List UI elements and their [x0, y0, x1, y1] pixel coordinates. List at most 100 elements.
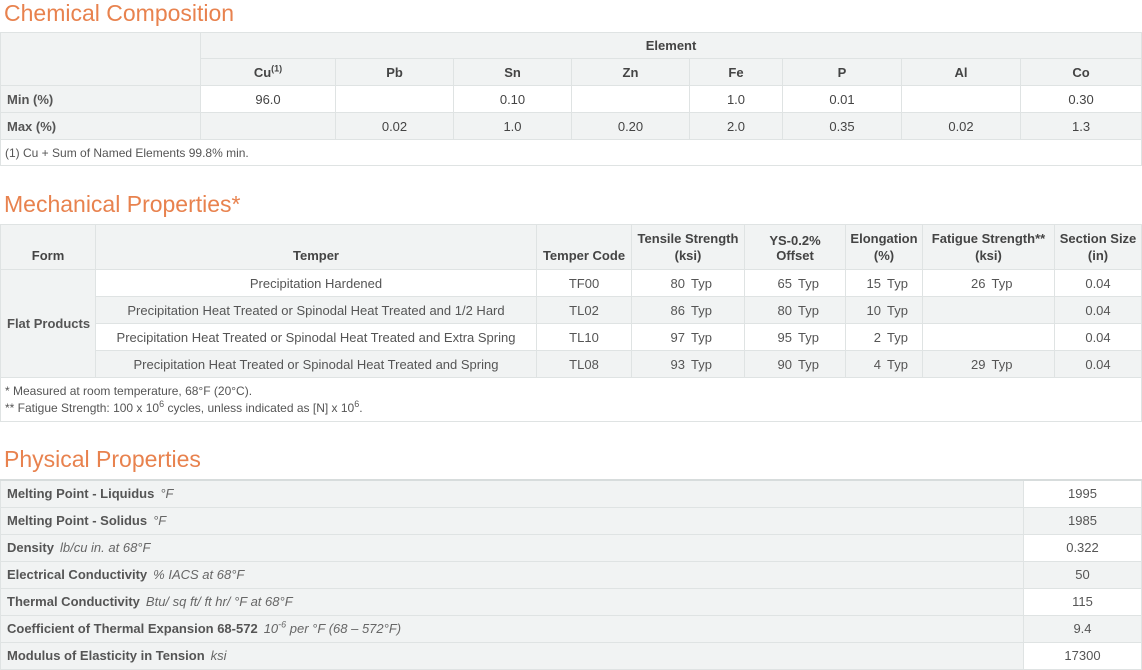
table-row: Flat Products Precipitation Hardened TF0… — [0, 269, 1142, 378]
property-value: 17300 — [1023, 641, 1142, 670]
physical-properties-title: Physical Properties — [4, 446, 201, 472]
table-cell: 1.0 — [689, 85, 783, 113]
form-header: Form — [0, 224, 96, 270]
property-unit: ksi — [210, 648, 227, 663]
section-size-header: Section Size (in) — [1054, 224, 1142, 270]
table-row: Thermal Conductivity Btu/ sq ft/ ft hr/ °… — [0, 587, 1142, 616]
property-unit: % IACS at 68°F — [153, 567, 245, 582]
table-row: Electrical Conductivity% IACS at 68°F 50 — [0, 560, 1142, 589]
yield-cell: 95 Typ — [744, 323, 846, 351]
elongation-cell: 4 Typ — [845, 350, 923, 378]
physical-properties-table: Melting Point - Liquidus °F 1995 Melting … — [0, 479, 1142, 670]
footnote-fatigue-strength: ** Fatigue Strength: 100 x 106 cycles, u… — [5, 398, 363, 415]
fatigue-cell — [922, 323, 1055, 351]
table-cell: 1.0 — [453, 112, 572, 140]
element-header: Cu(1) — [200, 58, 336, 86]
table-cell: 0.02 — [901, 112, 1021, 140]
table-cell: 0.01 — [782, 85, 902, 113]
table-cell: 0.10 — [453, 85, 572, 113]
temper-code-cell: TL08 — [536, 350, 632, 378]
yield-cell: 90 Typ — [744, 350, 846, 378]
property-label: Coefficient of Thermal Expansion 68-572 1… — [0, 614, 1024, 643]
property-value: 50 — [1023, 560, 1142, 589]
section-size-cell: 0.04 — [1054, 323, 1142, 351]
table-row: Coefficient of Thermal Expansion 68-572 1… — [0, 614, 1142, 643]
property-label: Melting Point - Liquidus °F — [0, 479, 1024, 508]
temper-cell: Precipitation Heat Treated or Spinodal H… — [95, 323, 537, 351]
property-label: Density lb/cu in. at 68°F — [0, 533, 1024, 562]
section-size-cell: 0.04 — [1054, 350, 1142, 378]
table-row: Melting Point - Solidus °F 1985 — [0, 506, 1142, 535]
table-cell — [901, 85, 1021, 113]
element-header: Pb — [335, 58, 454, 86]
element-header: Sn — [453, 58, 572, 86]
table-cell: 2.0 — [689, 112, 783, 140]
table-row: Modulus of Elasticity in Tension ksi 1730… — [0, 641, 1142, 670]
property-label: Thermal Conductivity Btu/ sq ft/ ft hr/ °… — [0, 587, 1024, 616]
table-cell — [571, 85, 690, 113]
table-row: Max (%) 0.02 1.0 0.20 2.0 0.35 0.02 1.3 — [0, 112, 1142, 140]
fatigue-strength-header: Fatigue Strength** (ksi) — [922, 224, 1055, 270]
row-label: Min (%) — [0, 85, 201, 113]
element-header-row: Cu(1) Pb Sn Zn Fe P Al Co — [0, 58, 1142, 86]
property-unit: Btu/ sq ft/ ft hr/ °F at 68°F — [145, 594, 293, 609]
property-unit: °F — [153, 513, 167, 528]
temper-code-cell: TL10 — [536, 323, 632, 351]
table-cell: 0.02 — [335, 112, 454, 140]
table-row: Melting Point - Liquidus °F 1995 — [0, 479, 1142, 508]
table-cell: 0.20 — [571, 112, 690, 140]
tensile-strength-header: Tensile Strength (ksi) — [631, 224, 745, 270]
row-label: Max (%) — [0, 112, 201, 140]
element-group-header: Element — [199, 32, 1142, 59]
table-cell — [335, 85, 454, 113]
section-size-cell: 0.04 — [1054, 296, 1142, 324]
property-value: 9.4 — [1023, 614, 1142, 643]
section-size-cell: 0.04 — [1054, 269, 1142, 297]
table-row: Precipitation Heat Treated or Spinodal H… — [0, 350, 1142, 378]
fatigue-cell: 26 Typ — [922, 269, 1055, 297]
property-label: Melting Point - Solidus °F — [0, 506, 1024, 535]
yield-strength-header: YS-0.2% Offset — [744, 224, 846, 270]
temper-code-cell: TL02 — [536, 296, 632, 324]
footnote-room-temperature: * Measured at room temperature, 68°F (20… — [5, 383, 253, 398]
property-label: Modulus of Elasticity in Tension ksi — [0, 641, 1024, 670]
table-row: Density lb/cu in. at 68°F 0.322 — [0, 533, 1142, 562]
temper-cell: Precipitation Hardened — [95, 269, 537, 297]
property-value: 1995 — [1023, 479, 1142, 508]
elongation-cell: 15 Typ — [845, 269, 923, 297]
empty-header-cell — [0, 58, 201, 86]
temper-cell: Precipitation Heat Treated or Spinodal H… — [95, 350, 537, 378]
property-value: 0.322 — [1023, 533, 1142, 562]
element-header: Al — [901, 58, 1021, 86]
property-unit: lb/cu in. at 68°F — [59, 540, 151, 555]
property-label: Electrical Conductivity% IACS at 68°F — [0, 560, 1024, 589]
temper-code-header: Temper Code — [536, 224, 632, 270]
tensile-cell: 97 Typ — [631, 323, 745, 351]
tensile-cell: 86 Typ — [631, 296, 745, 324]
table-cell — [200, 112, 336, 140]
elongation-cell: 2 Typ — [845, 323, 923, 351]
property-value: 115 — [1023, 587, 1142, 616]
tensile-cell: 93 Typ — [631, 350, 745, 378]
table-cell: 96.0 — [200, 85, 336, 113]
element-header: P — [782, 58, 902, 86]
temper-cell: Precipitation Heat Treated or Spinodal H… — [95, 296, 537, 324]
yield-cell: 80 Typ — [744, 296, 846, 324]
table-row: Min (%) 96.0 0.10 1.0 0.01 0.30 — [0, 85, 1142, 113]
elongation-header: Elongation (%) — [845, 224, 923, 270]
table-cell: 1.3 — [1019, 112, 1142, 140]
chemical-composition-title: Chemical Composition — [4, 0, 235, 26]
mechanical-properties-table: Form Temper Temper Code Tensile Strength… — [0, 224, 1142, 422]
table-row: Precipitation Heat Treated or Spinodal H… — [1, 323, 1142, 351]
property-unit: °F — [160, 486, 174, 502]
chemical-composition-table: Element Cu(1) Pb Sn Zn Fe P Al Co Min (%… — [0, 32, 1142, 166]
table-row: Precipitation Heat Treated or Spinodal H… — [0, 296, 1142, 324]
form-cell: Flat Products — [0, 269, 96, 378]
mechanical-footnotes: * Measured at room temperature, 68°F (20… — [0, 377, 1142, 422]
element-header: Co — [1019, 58, 1142, 86]
element-header: Zn — [571, 58, 690, 86]
temper-code-cell: TF00 — [536, 269, 632, 297]
temper-header: Temper — [95, 224, 537, 270]
yield-cell: 65 Typ — [744, 269, 846, 297]
fatigue-cell — [922, 296, 1055, 324]
